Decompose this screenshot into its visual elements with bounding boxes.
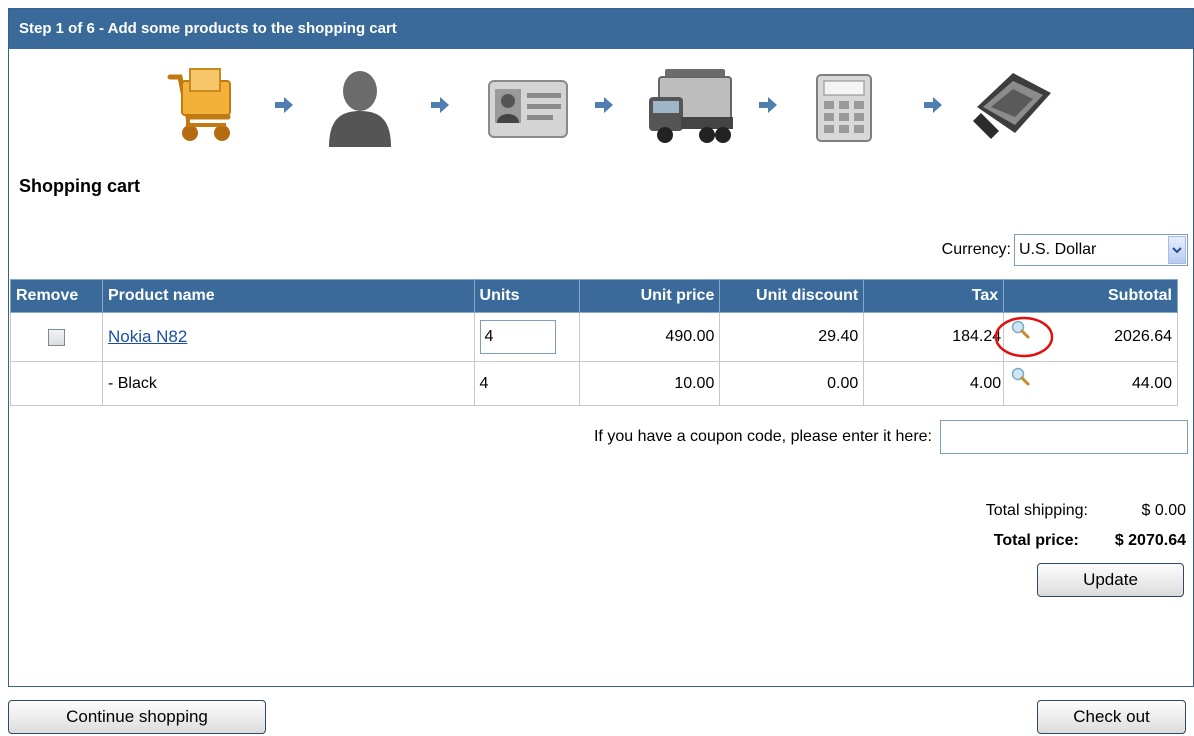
id-card-icon xyxy=(488,80,568,138)
remove-cell xyxy=(10,312,103,362)
update-button[interactable]: Update xyxy=(1037,563,1184,597)
arrow-icon xyxy=(759,97,777,113)
shipping-row: Total shipping: $ 0.00 xyxy=(986,496,1186,526)
coupon-input[interactable] xyxy=(940,420,1188,454)
currency-value: U.S. Dollar xyxy=(1019,241,1097,258)
column-header-product: Product name xyxy=(101,279,475,313)
remove-cell xyxy=(10,361,103,406)
subtotal-cell: 44.00 xyxy=(1003,361,1178,406)
step-header: Step 1 of 6 - Add some products to the s… xyxy=(9,9,1193,49)
person-icon xyxy=(329,71,391,147)
price-label: Total price: xyxy=(993,532,1079,549)
column-header-subtotal: Subtotal xyxy=(1003,279,1178,313)
coupon-row: If you have a coupon code, please enter … xyxy=(594,420,1188,454)
currency-select[interactable]: U.S. Dollar xyxy=(1014,234,1188,266)
tax-cell: 184.24 xyxy=(863,312,1005,362)
check-out-button[interactable]: Check out xyxy=(1037,700,1186,734)
magnifier-icon[interactable] xyxy=(1010,366,1030,391)
page-title: Shopping cart xyxy=(19,176,140,196)
calculator-icon xyxy=(816,74,872,142)
table-header-row: Remove Product name Units Unit price Uni… xyxy=(10,279,1178,313)
product-cell: - Black xyxy=(101,361,475,406)
unit-price-cell: 490.00 xyxy=(579,312,721,362)
arrow-icon xyxy=(275,97,293,113)
wallet-icon xyxy=(973,73,1051,139)
table-row: Nokia N82 4 490.00 29.40 184.24 2026.64 xyxy=(10,312,1178,362)
price-row: Total price: $ 2070.64 xyxy=(986,526,1186,556)
arrow-icon xyxy=(431,97,449,113)
units-cell: 4 xyxy=(473,312,581,362)
subtotal-value: 44.00 xyxy=(1131,374,1172,392)
arrow-icon xyxy=(595,97,613,113)
column-header-units: Units xyxy=(473,279,581,313)
unit-discount-cell: 29.40 xyxy=(719,312,865,362)
tax-cell: 4.00 xyxy=(863,361,1005,406)
column-header-unit-price: Unit price xyxy=(579,279,721,313)
column-header-remove: Remove xyxy=(10,279,103,313)
shopping-cart-icon xyxy=(167,68,231,141)
product-link[interactable]: Nokia N82 xyxy=(108,327,187,346)
table-row: - Black 4 10.00 0.00 4.00 44.00 xyxy=(10,361,1178,406)
cart-table: Remove Product name Units Unit price Uni… xyxy=(10,279,1178,406)
column-header-unit-discount: Unit discount xyxy=(719,279,865,313)
checkout-steps xyxy=(9,67,1193,157)
magnifier-icon[interactable] xyxy=(1010,319,1030,344)
delivery-truck-icon xyxy=(649,69,733,143)
units-cell: 4 xyxy=(473,361,581,406)
coupon-label: If you have a coupon code, please enter … xyxy=(593,428,932,445)
currency-label: Currency: xyxy=(941,241,1011,258)
subtotal-cell: 2026.64 xyxy=(994,312,1178,362)
product-option: - Black xyxy=(107,374,157,392)
totals-summary: Total shipping: $ 0.00 Total price: $ 20… xyxy=(986,496,1186,556)
units-input[interactable]: 4 xyxy=(479,320,556,354)
unit-price-cell: 10.00 xyxy=(579,361,721,406)
shipping-label: Total shipping: xyxy=(985,502,1088,519)
column-header-tax: Tax xyxy=(863,279,1005,313)
remove-checkbox[interactable] xyxy=(47,328,65,346)
continue-shopping-button[interactable]: Continue shopping xyxy=(8,700,266,734)
arrow-icon xyxy=(924,97,942,113)
product-cell: Nokia N82 xyxy=(101,312,475,362)
chevron-down-icon[interactable] xyxy=(1168,236,1186,264)
unit-discount-cell: 0.00 xyxy=(719,361,865,406)
currency-row: Currency: U.S. Dollar xyxy=(941,234,1188,266)
shipping-value: $ 0.00 xyxy=(1141,502,1186,519)
price-value: $ 2070.64 xyxy=(1114,532,1186,549)
